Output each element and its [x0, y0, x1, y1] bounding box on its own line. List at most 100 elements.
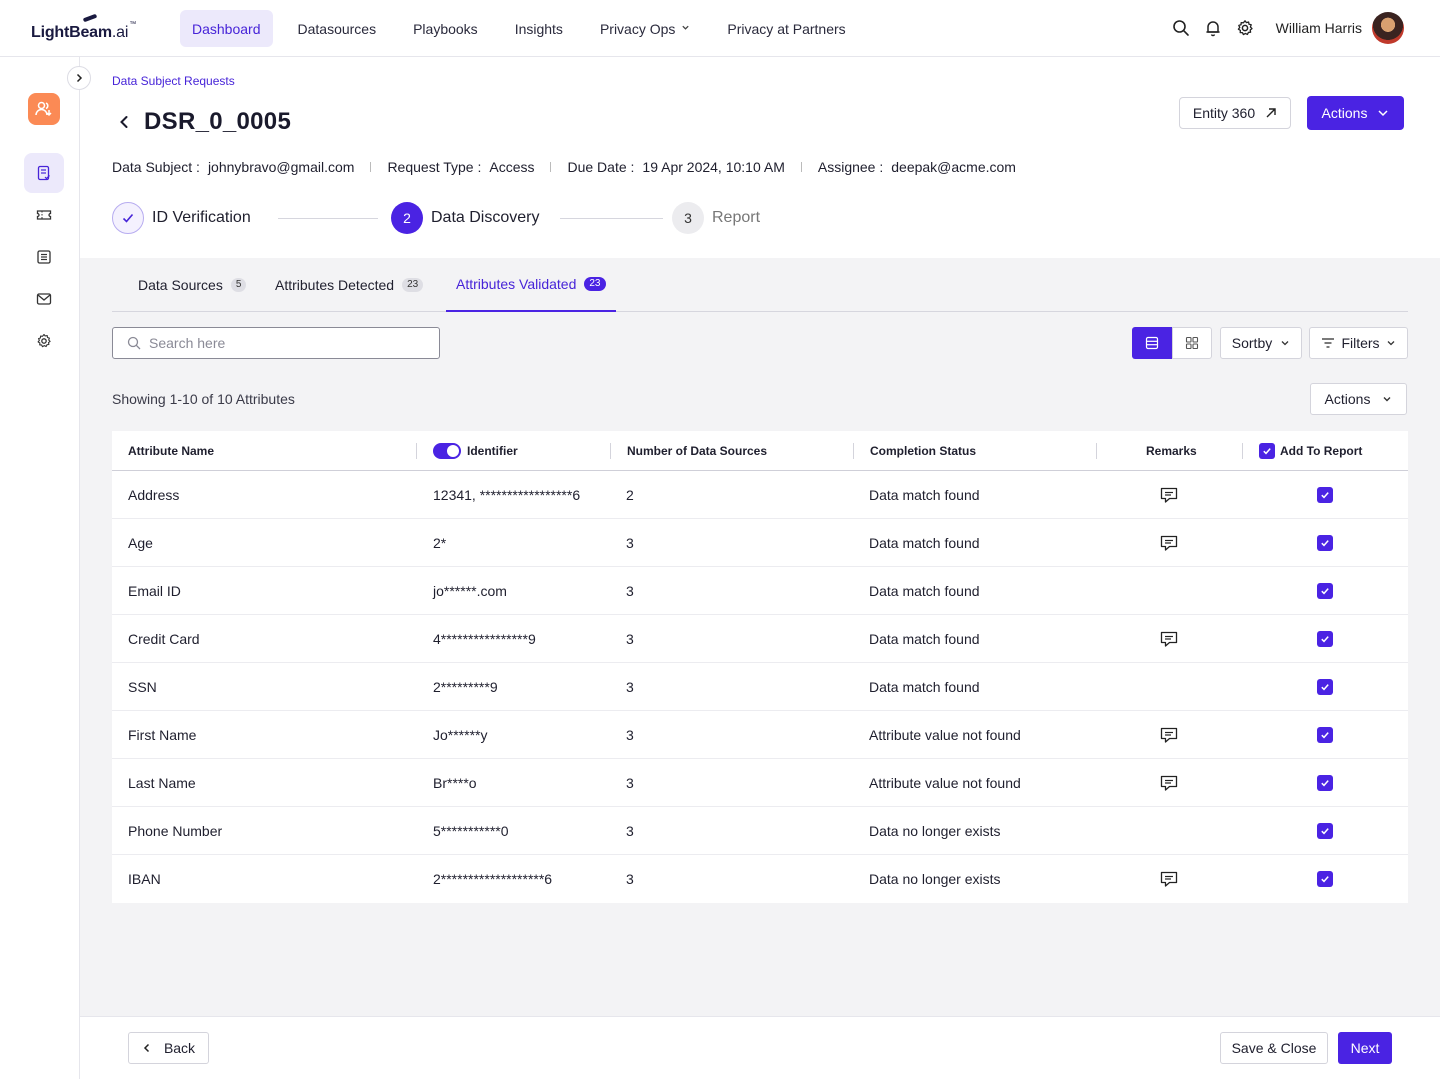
add-to-report-checkbox[interactable]	[1317, 583, 1333, 599]
remark-icon[interactable]	[1159, 615, 1179, 663]
tab-label: Data Sources	[138, 277, 223, 293]
remark-icon[interactable]	[1159, 471, 1179, 519]
sidebar-item-settings[interactable]	[24, 321, 64, 361]
col-completion-status[interactable]: Completion Status	[870, 431, 976, 471]
check-icon	[1263, 448, 1271, 455]
remark-icon[interactable]	[1159, 711, 1179, 759]
sortby-button[interactable]: Sortby	[1220, 327, 1302, 359]
nav-item-privacy-at-partners[interactable]: Privacy at Partners	[715, 10, 857, 47]
avatar[interactable]	[1372, 12, 1404, 44]
step-report[interactable]: 3 Report	[672, 202, 760, 234]
cell-attribute-name: Credit Card	[128, 631, 200, 647]
table-row[interactable]: Address 12341, *****************6 2 Data ma…	[112, 471, 1408, 519]
title-row: DSR_0_0005	[112, 108, 291, 136]
col-identifier-label: Identifier	[467, 444, 518, 458]
tab-attributes-detected[interactable]: Attributes Detected 23	[265, 258, 433, 312]
top-right-controls: William Harris	[1158, 12, 1404, 44]
table-row[interactable]: Last Name Br****o 3 Attribute value not fou…	[112, 759, 1408, 807]
table-row[interactable]: Credit Card 4****************9 3 Data match…	[112, 615, 1408, 663]
users-icon	[35, 101, 52, 117]
search-icon[interactable]	[1172, 19, 1190, 37]
cell-identifier: Jo******y	[433, 727, 488, 743]
col-identifier: Identifier	[433, 431, 518, 471]
breadcrumb[interactable]: Data Subject Requests	[112, 74, 235, 88]
add-to-report-checkbox[interactable]	[1317, 775, 1333, 791]
table-row[interactable]: Email ID jo******.com 3 Data match found	[112, 567, 1408, 615]
header-actions-button[interactable]: Actions	[1307, 96, 1404, 130]
back-arrow-icon[interactable]	[112, 110, 136, 134]
check-icon	[122, 213, 134, 223]
top-navbar: LightBeam.ai ™ Dashboard Datasources Playb…	[0, 0, 1440, 57]
cell-attribute-name: IBAN	[128, 871, 161, 887]
table-row[interactable]: IBAN 2*******************6 3 Data no longer…	[112, 855, 1408, 903]
tab-data-sources[interactable]: Data Sources 5	[128, 258, 256, 312]
col-data-sources[interactable]: Number of Data Sources	[627, 431, 767, 471]
add-to-report-checkbox[interactable]	[1317, 535, 1333, 551]
add-to-report-checkbox[interactable]	[1317, 727, 1333, 743]
gear-icon	[37, 333, 51, 348]
table-row[interactable]: Age 2* 3 Data match found	[112, 519, 1408, 567]
step-data-discovery[interactable]: 2 Data Discovery	[391, 202, 539, 234]
meta-label: Request Type :	[387, 159, 482, 175]
nav-item-playbooks[interactable]: Playbooks	[401, 10, 490, 47]
chevron-down-icon	[1387, 341, 1395, 346]
bell-icon[interactable]	[1204, 19, 1222, 37]
nav-item-label: Privacy Ops	[599, 20, 676, 37]
gear-icon[interactable]	[1236, 19, 1254, 37]
cell-data-sources: 3	[626, 775, 634, 791]
grid-view-toggle[interactable]	[1172, 327, 1212, 359]
add-to-report-cell	[1317, 711, 1333, 759]
add-to-report-checkbox[interactable]	[1317, 679, 1333, 695]
nav-item-datasources[interactable]: Datasources	[286, 10, 389, 47]
remark-icon[interactable]	[1159, 855, 1179, 903]
table-row[interactable]: First Name Jo******y 3 Attribute value not …	[112, 711, 1408, 759]
main-content: Data Sources 5 Attributes Detected 23 At…	[80, 258, 1440, 1016]
dsr-app-badge[interactable]	[28, 93, 60, 125]
step-label: Data Discovery	[431, 209, 540, 226]
logo[interactable]: LightBeam.ai ™	[31, 13, 136, 42]
identifier-toggle[interactable]	[433, 443, 461, 459]
entity-360-button[interactable]: Entity 360	[1179, 97, 1291, 129]
add-to-report-checkbox[interactable]	[1317, 487, 1333, 503]
sidebar-item-records[interactable]	[24, 237, 64, 277]
step-id-verification[interactable]: ID Verification	[112, 202, 251, 234]
filters-button[interactable]: Filters	[1309, 327, 1408, 359]
list-view-toggle[interactable]	[1132, 327, 1172, 359]
chevron-down-icon	[1378, 110, 1388, 117]
add-to-report-checkbox[interactable]	[1317, 871, 1333, 887]
cell-completion-status: Attribute value not found	[869, 775, 1021, 791]
user-name[interactable]: William Harris	[1276, 20, 1362, 36]
sidebar-item-requests[interactable]	[24, 153, 64, 193]
step-done-circle	[112, 202, 144, 234]
table-actions-button[interactable]: Actions	[1310, 383, 1407, 415]
remark-icon[interactable]	[1159, 759, 1179, 807]
cell-completion-status: Data no longer exists	[869, 823, 1001, 839]
sidebar-item-tickets[interactable]	[24, 195, 64, 235]
cell-attribute-name: Phone Number	[128, 823, 223, 839]
sidebar-item-mail[interactable]	[24, 279, 64, 319]
table-row[interactable]: SSN 2*********9 3 Data match found	[112, 663, 1408, 711]
sidebar-collapse-button[interactable]	[67, 66, 91, 90]
add-to-report-checkbox[interactable]	[1317, 823, 1333, 839]
meta-label: Data Subject :	[112, 159, 200, 175]
cell-data-sources: 3	[626, 727, 634, 743]
chevron-left-icon	[143, 1043, 149, 1053]
select-all-checkbox[interactable]	[1259, 443, 1275, 459]
footer-bar: Back Save & Close Next	[80, 1016, 1440, 1079]
list-view-icon	[1145, 336, 1159, 350]
sidebar	[0, 57, 80, 1079]
next-button[interactable]: Next	[1338, 1032, 1392, 1064]
remark-icon[interactable]	[1159, 519, 1179, 567]
add-to-report-checkbox[interactable]	[1317, 631, 1333, 647]
nav-item-label: Datasources	[297, 20, 377, 37]
search-input[interactable]	[149, 335, 409, 351]
nav-item-privacy-ops[interactable]: Privacy Ops	[588, 10, 702, 47]
nav-item-dashboard[interactable]: Dashboard	[180, 10, 273, 47]
table-row[interactable]: Phone Number 5***********0 3 Data no longer…	[112, 807, 1408, 855]
col-attribute-name[interactable]: Attribute Name	[128, 431, 214, 471]
back-button[interactable]: Back	[128, 1032, 209, 1064]
tab-attributes-validated[interactable]: Attributes Validated 23	[446, 258, 616, 312]
nav-item-insights[interactable]: Insights	[503, 10, 575, 47]
chevron-down-icon	[1383, 397, 1391, 402]
save-close-button[interactable]: Save & Close	[1220, 1032, 1328, 1064]
